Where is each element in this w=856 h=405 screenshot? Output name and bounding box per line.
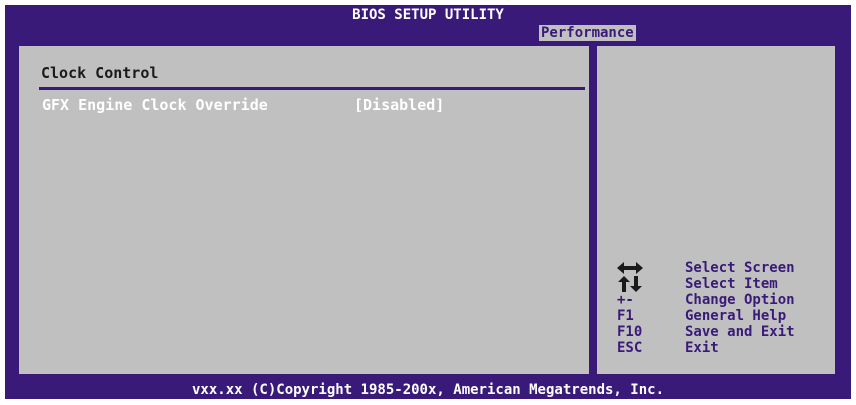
help-desc: Exit — [685, 340, 719, 356]
setting-gfx-engine-clock-override[interactable]: GFX Engine Clock Override [Disabled] — [39, 96, 579, 114]
help-row-change-option: +- Change Option — [597, 292, 835, 308]
left-right-arrows-icon — [617, 260, 655, 276]
help-desc: Save and Exit — [685, 324, 795, 340]
tab-performance[interactable]: Performance — [539, 25, 636, 41]
section-title: Clock Control — [41, 64, 159, 82]
help-key: ESC — [617, 340, 643, 356]
bios-window: BIOS SETUP UTILITY Performance Clock Con… — [5, 5, 851, 399]
help-key: F10 — [617, 324, 643, 340]
help-desc: Select Screen — [685, 260, 795, 276]
bios-title: BIOS SETUP UTILITY — [352, 7, 504, 23]
help-key: +- — [617, 292, 634, 308]
setting-value[interactable]: [Disabled] — [354, 96, 444, 114]
help-key: F1 — [617, 308, 634, 324]
help-row-exit: ESC Exit — [597, 340, 835, 356]
help-desc: Select Item — [685, 276, 778, 292]
section-divider — [39, 87, 585, 90]
help-row-select-item: Select Item — [597, 276, 835, 292]
help-panel: Select Screen Select Item +- Change Opti… — [594, 43, 838, 377]
help-row-select-screen: Select Screen — [597, 260, 835, 276]
key-help-list: Select Screen Select Item +- Change Opti… — [597, 260, 835, 356]
up-down-arrows-icon — [617, 276, 655, 292]
settings-panel: Clock Control GFX Engine Clock Override … — [16, 43, 592, 377]
help-row-save-exit: F10 Save and Exit — [597, 324, 835, 340]
help-desc: Change Option — [685, 292, 795, 308]
setting-label: GFX Engine Clock Override — [42, 96, 268, 114]
copyright-footer: vxx.xx (C)Copyright 1985-200x, American … — [191, 382, 664, 398]
help-desc: General Help — [685, 308, 787, 324]
help-row-general-help: F1 General Help — [597, 308, 835, 324]
